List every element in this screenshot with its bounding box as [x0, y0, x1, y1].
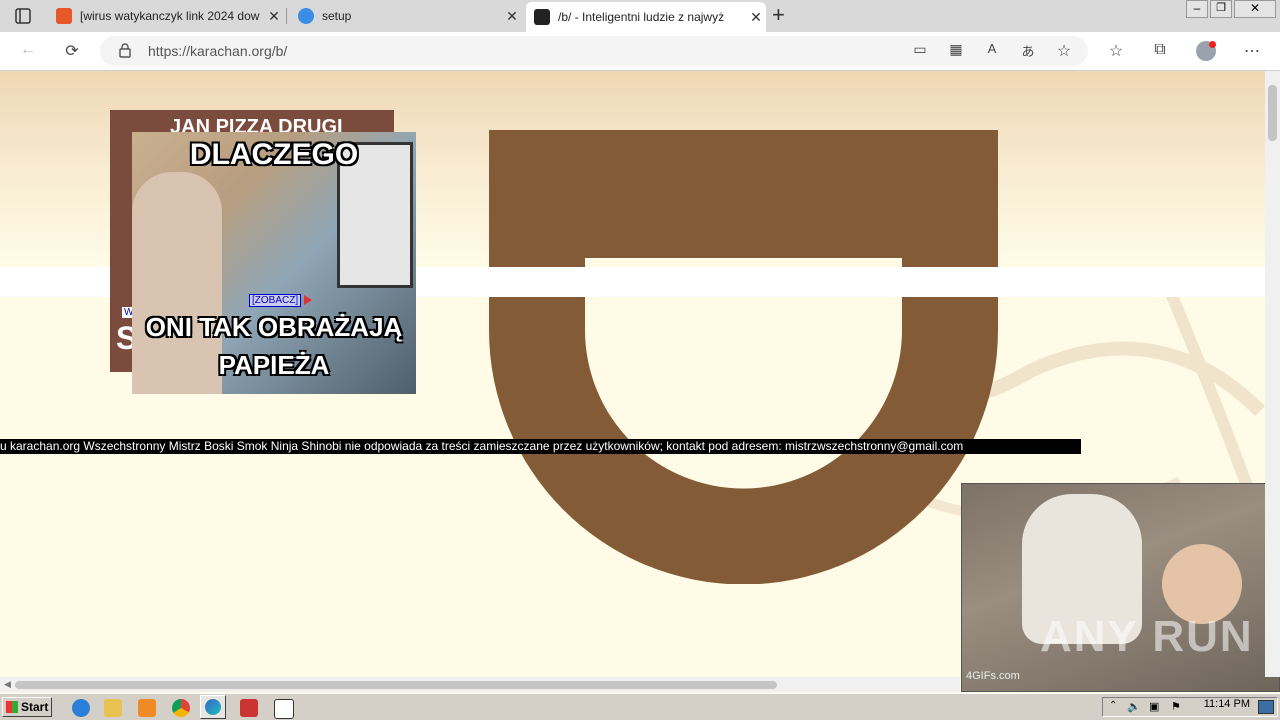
qr-code-icon[interactable]: ▦ [946, 41, 966, 58]
karachan-favicon-icon [534, 9, 550, 25]
translate-icon[interactable]: あ [1018, 41, 1038, 60]
app-available-icon[interactable]: ▭ [910, 41, 930, 58]
zobacz-link[interactable]: [ZOBACZ] [249, 294, 302, 307]
meme-bottom-text-1: ONI TAK OBRAŻAJĄ [145, 312, 403, 342]
lock-icon[interactable] [118, 42, 132, 63]
collections-icon[interactable]: ⧉ [1150, 41, 1170, 59]
notification-dot-icon [1209, 41, 1216, 48]
scroll-left-arrow-icon[interactable]: ◀ [4, 679, 11, 690]
arrow-icon [304, 295, 312, 305]
scrollbar-thumb[interactable] [1268, 85, 1277, 141]
url-text[interactable]: https://karachan.org/b/ [148, 43, 287, 59]
clock[interactable]: 11:14 PM [1204, 698, 1250, 710]
karachan-logo-icon [489, 130, 998, 584]
setup-favicon-icon [298, 8, 314, 24]
favorites-icon[interactable]: ☆ [1106, 41, 1126, 61]
close-tab-icon[interactable]: ✕ [746, 9, 766, 26]
tab-actions-icon [15, 8, 31, 24]
tab-title: /b/ - Inteligentni ludzie z najwyż [558, 10, 725, 24]
start-label: Start [21, 700, 49, 714]
start-button[interactable]: Start [2, 697, 52, 717]
add-favorite-icon[interactable]: ☆ [1054, 41, 1074, 61]
chrome-icon[interactable] [172, 699, 190, 717]
tab-strip: [wirus watykanczyk link 2024 dow ✕ setup… [0, 0, 1280, 32]
tab-setup[interactable]: setup ✕ [290, 2, 522, 30]
tab-separator [286, 8, 287, 24]
winrar-icon[interactable] [240, 699, 258, 717]
edge-icon [205, 699, 221, 715]
vertical-scrollbar[interactable] [1265, 71, 1280, 677]
minimize-button[interactable]: – [1186, 0, 1208, 18]
meme-top-text: DLACZEGO [189, 138, 359, 171]
scrollbar-thumb[interactable] [15, 681, 777, 689]
tab-actions-button[interactable] [14, 7, 32, 25]
read-aloud-icon[interactable]: A [982, 41, 1002, 56]
system-tray: ⌃ 🔈 ▣ ⚑ [1102, 697, 1278, 717]
internet-explorer-icon[interactable] [72, 699, 90, 717]
close-tab-icon[interactable]: ✕ [502, 8, 522, 25]
tab-title: setup [322, 9, 352, 23]
media-player-icon[interactable] [138, 699, 156, 717]
refresh-icon[interactable]: ⟳ [62, 41, 82, 61]
gif-credit: 4GIFs.com [966, 670, 1020, 682]
gif-popup[interactable]: ANY RUN 4GIFs.com [961, 483, 1280, 692]
tab-title: [wirus watykanczyk link 2024 dow [80, 9, 260, 23]
footer-disclaimer: u karachan.org Wszechstronny Mistrz Bosk… [0, 439, 1081, 454]
edge-taskbar-button[interactable] [200, 695, 226, 719]
anyrun-watermark: ANY RUN [1040, 612, 1254, 661]
flag-icon[interactable]: ⚑ [1171, 700, 1181, 713]
horizontal-scrollbar[interactable]: ◀ [0, 677, 960, 692]
more-options-icon[interactable]: ⋯ [1242, 41, 1262, 61]
meme-image[interactable]: DLACZEGO ONI TAK OBRAŻAJĄ PAPIEŻA [ZOBAC… [132, 132, 416, 394]
back-icon[interactable]: ← [18, 41, 38, 59]
file-explorer-icon[interactable] [104, 699, 122, 717]
windows-logo-icon [6, 701, 18, 713]
meme-bottom-text-2: PAPIEŻA [218, 350, 330, 380]
restore-button[interactable]: ❐ [1210, 0, 1232, 18]
tab-wirus[interactable]: [wirus watykanczyk link 2024 dow ✕ [48, 2, 284, 30]
network-icon[interactable]: ▣ [1149, 700, 1159, 713]
tab-karachan[interactable]: /b/ - Inteligentni ludzie z najwyż ✕ [526, 2, 766, 32]
site-favicon-icon [56, 8, 72, 24]
taskbar: Start ⌃ 🔈 ▣ ⚑ 11:14 PM [0, 693, 1280, 720]
close-window-button[interactable]: ✕ [1234, 0, 1276, 18]
close-tab-icon[interactable]: ✕ [264, 8, 284, 25]
new-tab-button[interactable]: + [772, 2, 785, 28]
volume-icon[interactable]: 🔈 [1127, 700, 1141, 713]
window-icon[interactable] [274, 699, 294, 719]
profile-avatar[interactable] [1196, 41, 1216, 61]
show-hidden-icons-icon[interactable]: ⌃ [1109, 700, 1117, 711]
show-desktop-icon[interactable] [1258, 700, 1274, 714]
